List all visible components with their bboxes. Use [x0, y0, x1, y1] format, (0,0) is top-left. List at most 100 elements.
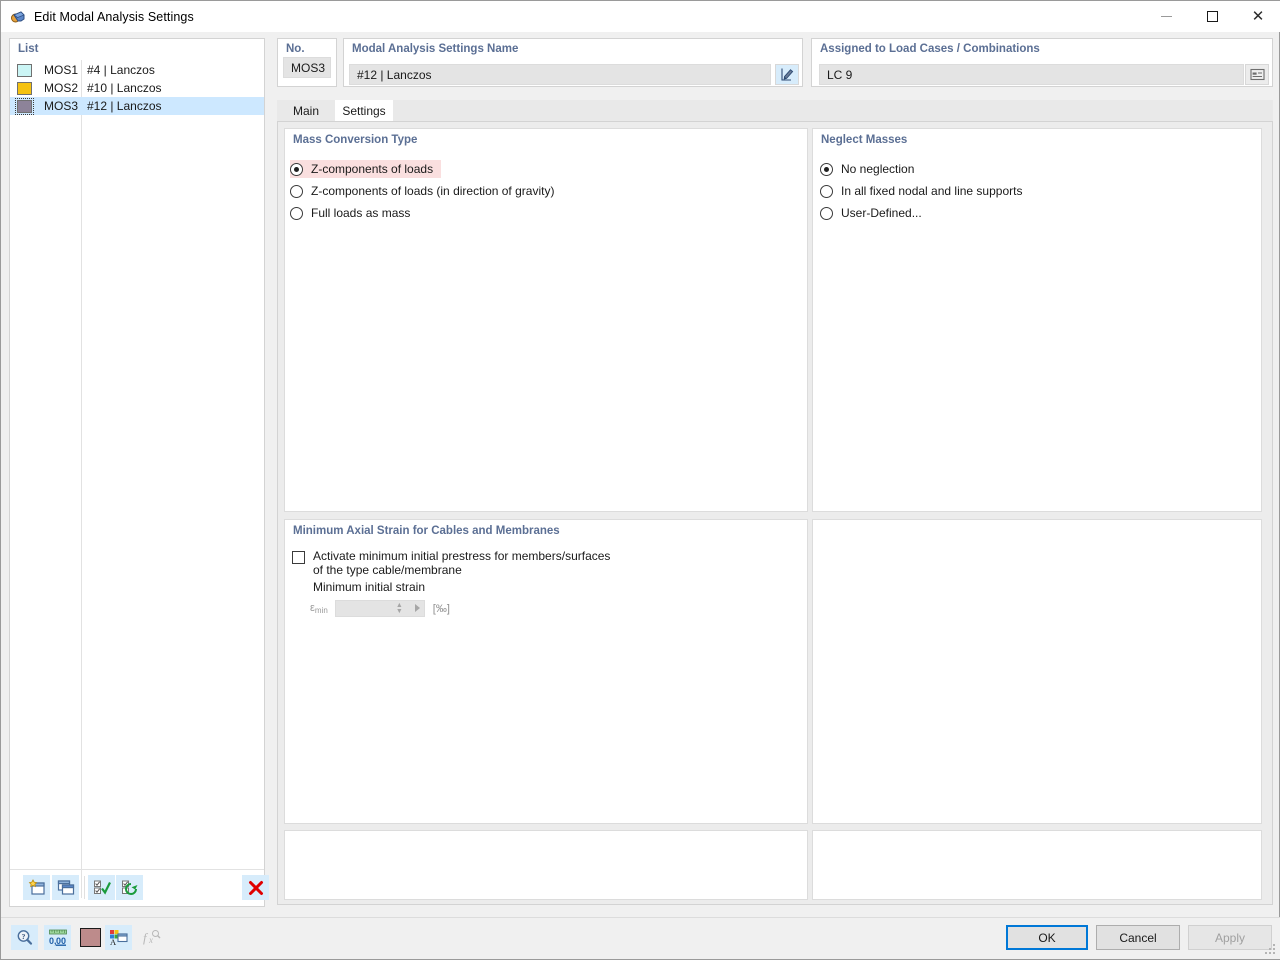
- assigned-input[interactable]: LC 9: [819, 64, 1244, 85]
- radio-icon: [290, 206, 303, 220]
- epsilon-min-input[interactable]: ▲ ▼: [334, 600, 425, 617]
- new-window-star-icon: [28, 879, 45, 895]
- bottom-left-empty-panel: [284, 830, 808, 900]
- right-middle-empty-panel: [812, 519, 1262, 824]
- label-line-1: Activate minimum initial prestress for m…: [313, 549, 611, 563]
- help-magnifier-button[interactable]: ?: [11, 925, 38, 950]
- minimize-button[interactable]: [1143, 1, 1189, 32]
- color-swatch: [17, 81, 32, 95]
- minimum-initial-strain-label: Minimum initial strain: [313, 580, 426, 594]
- window-controls: ✕: [1143, 1, 1280, 32]
- formula-button[interactable]: f x: [138, 925, 165, 950]
- close-icon: ✕: [1251, 7, 1265, 25]
- delete-item-button[interactable]: [242, 875, 269, 900]
- color-swatch-button[interactable]: [77, 925, 104, 950]
- radio-label: Z-components of loads (in direction of g…: [311, 184, 555, 198]
- mass-conversion-panel: Mass Conversion Type Z-components of loa…: [284, 128, 808, 512]
- invert-selection-button[interactable]: [116, 875, 143, 900]
- minimize-icon: [1160, 16, 1172, 17]
- list-item-code: MOS1: [44, 63, 79, 77]
- checklist-swap-icon: [121, 880, 137, 895]
- spinner-arrows-icon[interactable]: ▲ ▼: [395, 602, 404, 616]
- radio-user-defined[interactable]: User-Defined...: [820, 204, 922, 222]
- epsilon-min-symbol: εmin: [310, 602, 328, 615]
- name-field-card: Modal Analysis Settings Name #12 | Lancz…: [343, 38, 803, 87]
- dialog-window: Edit Modal Analysis Settings ✕ List MOS1…: [0, 0, 1280, 960]
- radio-icon: [290, 162, 303, 176]
- ok-button[interactable]: OK: [1006, 925, 1088, 950]
- assigned-field-card: Assigned to Load Cases / Combinations LC…: [811, 38, 1273, 87]
- color-swatch-icon: [80, 928, 101, 947]
- app-icon: [10, 9, 26, 25]
- assigned-pick-button[interactable]: [1245, 64, 1269, 85]
- radio-label: Z-components of loads: [311, 162, 434, 176]
- magnifier-question-icon: ?: [17, 930, 33, 945]
- list-item-name: #10 | Lanczos: [87, 81, 162, 95]
- pencil-edit-icon: [780, 68, 793, 81]
- focus-outline: [15, 98, 34, 115]
- function-fx-icon: f x: [143, 930, 161, 945]
- list-rows: MOS1 #4 | Lanczos MOS2 #10 | Lanczos MOS…: [10, 61, 264, 115]
- epsilon-subscript: min: [314, 606, 328, 615]
- list-item-code: MOS3: [44, 99, 79, 113]
- red-x-icon: [248, 880, 263, 895]
- epsilon-min-unit: [‰]: [432, 602, 450, 615]
- no-field-card: No. MOS3: [277, 38, 337, 87]
- list-panel: List MOS1 #4 | Lanczos MOS2 #10 | Lanczo…: [9, 38, 269, 907]
- name-input[interactable]: #12 | Lanczos: [349, 64, 771, 85]
- dialog-bottom-bar: ? 0, 00 A f x OK Cancel Apply: [1, 917, 1280, 959]
- close-button[interactable]: ✕: [1235, 1, 1280, 32]
- radio-label: Full loads as mass: [311, 206, 411, 220]
- radio-no-neglection[interactable]: No neglection: [820, 160, 914, 178]
- label-line-2: of the type cable/membrane: [313, 563, 462, 577]
- new-item-button[interactable]: [23, 875, 50, 900]
- radio-label: User-Defined...: [841, 206, 922, 220]
- tab-main[interactable]: Main: [277, 100, 335, 121]
- radio-icon: [290, 184, 303, 198]
- window-title: Edit Modal Analysis Settings: [34, 9, 194, 24]
- copy-windows-icon: [57, 880, 74, 895]
- list-item-name: #4 | Lanczos: [87, 63, 155, 77]
- list-item[interactable]: MOS2 #10 | Lanczos: [10, 79, 264, 97]
- maximize-button[interactable]: [1189, 1, 1235, 32]
- list-item[interactable]: MOS1 #4 | Lanczos: [10, 61, 264, 79]
- list-toolbar: [10, 869, 269, 906]
- name-edit-button[interactable]: [775, 64, 799, 85]
- list-column-divider: [81, 60, 82, 898]
- neglect-masses-title: Neglect Masses: [821, 134, 908, 146]
- svg-text:x: x: [148, 935, 153, 945]
- min-axial-strain-panel: Minimum Axial Strain for Cables and Memb…: [284, 519, 808, 824]
- tab-settings[interactable]: Settings: [335, 100, 393, 121]
- assigned-label: Assigned to Load Cases / Combinations: [820, 43, 1040, 55]
- list-item-name: #12 | Lanczos: [87, 99, 162, 113]
- toolbar-divider: [84, 876, 85, 899]
- activate-min-prestress-row[interactable]: Activate minimum initial prestress for m…: [292, 549, 610, 577]
- checklist-check-icon: [93, 880, 111, 895]
- radio-label: In all fixed nodal and line supports: [841, 184, 1023, 198]
- table-select-icon: [1249, 68, 1265, 81]
- radio-icon: [820, 206, 833, 220]
- cancel-button[interactable]: Cancel: [1096, 925, 1180, 950]
- radio-z-components-gravity[interactable]: Z-components of loads (in direction of g…: [290, 182, 554, 200]
- spinner-play-icon[interactable]: [414, 604, 420, 612]
- radio-fixed-nodal-line-supports[interactable]: In all fixed nodal and line supports: [820, 182, 1022, 200]
- select-all-button[interactable]: [88, 875, 115, 900]
- radio-icon: [820, 184, 833, 198]
- min-axial-strain-title: Minimum Axial Strain for Cables and Memb…: [293, 525, 560, 537]
- list-header: List: [18, 43, 39, 55]
- no-label: No.: [286, 43, 305, 55]
- radio-label: No neglection: [841, 162, 915, 176]
- svg-text:?: ?: [22, 932, 26, 941]
- activate-min-prestress-label: Activate minimum initial prestress for m…: [313, 549, 610, 577]
- epsilon-min-value: [336, 603, 340, 615]
- resize-grip[interactable]: [1265, 944, 1277, 956]
- radio-full-loads-as-mass[interactable]: Full loads as mass: [290, 204, 410, 222]
- no-value[interactable]: MOS3: [283, 57, 331, 78]
- apply-button: Apply: [1188, 925, 1272, 950]
- units-button[interactable]: 0, 00: [44, 925, 71, 950]
- list-item[interactable]: MOS3 #12 | Lanczos: [10, 97, 264, 115]
- maximize-icon: [1206, 11, 1218, 22]
- copy-item-button[interactable]: [52, 875, 79, 900]
- display-properties-button[interactable]: A: [105, 925, 132, 950]
- radio-z-components-of-loads[interactable]: Z-components of loads: [290, 160, 442, 178]
